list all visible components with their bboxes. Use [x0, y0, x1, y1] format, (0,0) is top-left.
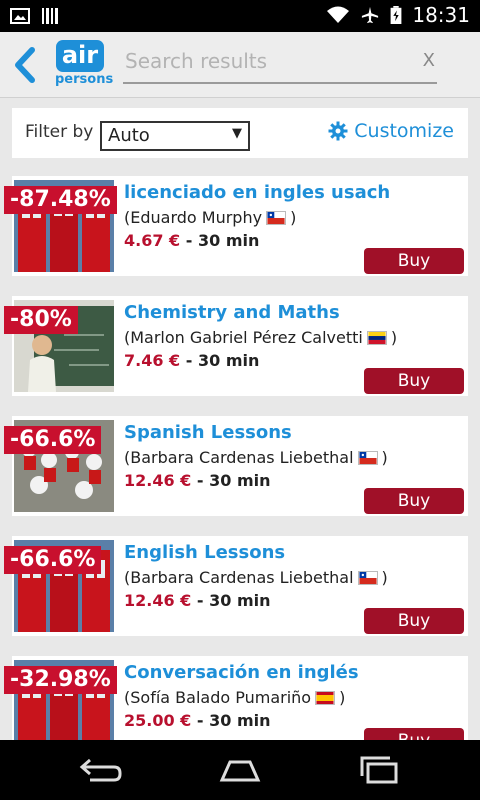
dropdown-caret-icon: ▼ — [232, 126, 242, 141]
chile-flag-icon — [357, 570, 378, 585]
discount-badge: -32.98% — [4, 666, 117, 694]
search-box: X — [123, 42, 437, 84]
clear-search-button[interactable]: X — [423, 50, 435, 71]
discount-badge: -66.6% — [4, 426, 102, 454]
customize-button[interactable]: Customize — [328, 120, 454, 142]
lesson-duration: - 30 min — [196, 711, 271, 730]
teacher-name: (Barbara Cardenas Liebethal ) — [124, 568, 388, 587]
battery-charging-icon — [390, 6, 402, 24]
teacher-label: (Barbara Cardenas Liebethal — [124, 448, 354, 467]
buy-button[interactable]: Buy — [364, 368, 464, 394]
filter-label: Filter by — [25, 122, 94, 142]
teacher-name: (Eduardo Murphy ) — [124, 208, 297, 227]
chile-flag-icon — [266, 210, 287, 225]
filter-select[interactable]: Auto ▼ — [100, 121, 250, 151]
clock: 18:31 — [412, 3, 470, 27]
price-line: 7.46 € - 30 min — [124, 351, 259, 370]
lesson-title[interactable]: Spanish Lessons — [124, 422, 292, 443]
teacher-label: (Sofía Balado Pumariño — [124, 688, 312, 707]
airplane-mode-icon — [362, 6, 379, 24]
result-card[interactable]: -66.6% English Lessons (Barbara Cardenas… — [4, 536, 468, 636]
teacher-label: (Barbara Cardenas Liebethal — [124, 568, 354, 587]
lesson-duration: - 30 min — [196, 591, 271, 610]
system-nav-bar — [0, 740, 480, 800]
price-amount: 12.46 € — [124, 471, 192, 490]
app-header: air persons X — [0, 32, 480, 98]
filter-selected-value: Auto — [108, 125, 150, 146]
price-line: 12.46 € - 30 min — [124, 591, 270, 610]
recent-apps-nav-icon[interactable] — [358, 754, 402, 786]
gear-icon — [328, 121, 348, 141]
search-input[interactable] — [123, 42, 403, 80]
lesson-title[interactable]: Chemistry and Maths — [124, 302, 340, 323]
buy-button[interactable]: Buy — [364, 488, 464, 514]
buy-button[interactable]: Buy — [364, 728, 464, 740]
logo-air-text: air — [56, 40, 104, 72]
lesson-title[interactable]: Conversación en inglés — [124, 662, 359, 683]
logo-persons-text: persons — [55, 72, 114, 87]
price-line: 4.67 € - 30 min — [124, 231, 259, 250]
barcode-icon — [42, 8, 58, 24]
teacher-name: (Barbara Cardenas Liebethal ) — [124, 448, 388, 467]
discount-badge: -87.48% — [4, 186, 117, 214]
spain-flag-icon — [315, 690, 336, 705]
buy-button[interactable]: Buy — [364, 608, 464, 634]
price-line: 12.46 € - 30 min — [124, 471, 270, 490]
buy-button[interactable]: Buy — [364, 248, 464, 274]
venezuela-flag-icon — [366, 330, 387, 345]
teacher-label: (Eduardo Murphy — [124, 208, 263, 227]
price-amount: 25.00 € — [124, 711, 192, 730]
home-nav-icon[interactable] — [218, 754, 262, 786]
image-icon — [10, 8, 30, 24]
lesson-duration: - 30 min — [185, 231, 260, 250]
price-amount: 4.67 € — [124, 231, 181, 250]
chile-flag-icon — [357, 450, 378, 465]
filter-bar: Filter by Auto ▼ Customize — [12, 108, 468, 158]
result-card[interactable]: -80% Chemistry and Maths (Marlon Gabriel… — [4, 296, 468, 396]
teacher-name: (Marlon Gabriel Pérez Calvetti ) — [124, 328, 398, 347]
teacher-name: (Sofía Balado Pumariño ) — [124, 688, 346, 707]
result-card[interactable]: -87.48% licenciado en ingles usach (Edua… — [4, 176, 468, 276]
price-line: 25.00 € - 30 min — [124, 711, 270, 730]
lesson-duration: - 30 min — [185, 351, 260, 370]
app-logo: air persons — [55, 40, 113, 90]
lesson-title[interactable]: licenciado en ingles usach — [124, 182, 390, 203]
discount-badge: -80% — [4, 306, 78, 334]
wifi-icon — [327, 6, 350, 23]
price-amount: 12.46 € — [124, 591, 192, 610]
back-arrow-icon[interactable] — [10, 46, 38, 84]
status-bar: 18:31 — [0, 0, 480, 32]
customize-label: Customize — [354, 120, 454, 142]
discount-badge: -66.6% — [4, 546, 102, 574]
lesson-duration: - 30 min — [196, 471, 271, 490]
teacher-label: (Marlon Gabriel Pérez Calvetti — [124, 328, 363, 347]
result-card[interactable]: -66.6% Spanish Lessons (Barbara Cardenas… — [4, 416, 468, 516]
back-nav-icon[interactable] — [78, 754, 122, 786]
lesson-title[interactable]: English Lessons — [124, 542, 285, 563]
price-amount: 7.46 € — [124, 351, 181, 370]
